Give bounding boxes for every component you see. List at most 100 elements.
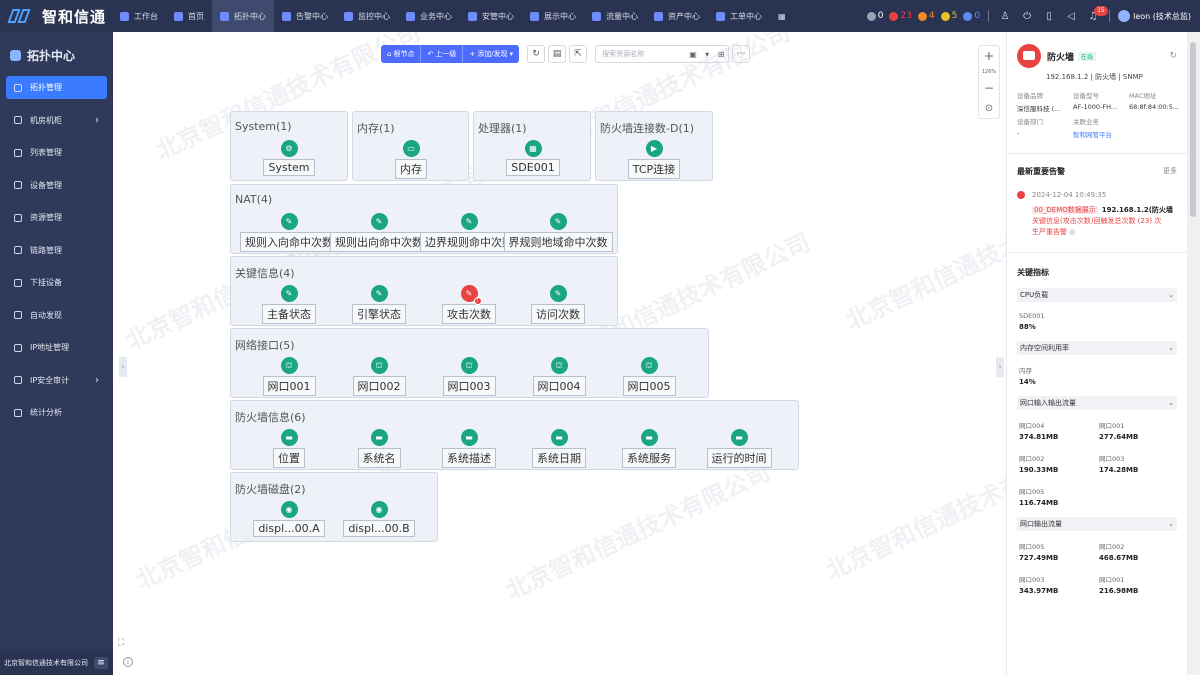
add-discover-button[interactable]: + 添加/发现 ▾	[463, 45, 519, 63]
calendar-icon[interactable]: ▣	[686, 50, 700, 59]
resource-node[interactable]: ✎ 界规则地域命中次数	[503, 213, 613, 252]
resource-node[interactable]: ▬ 系统日期	[519, 429, 599, 468]
nav-item[interactable]: 展示中心	[522, 0, 584, 32]
resource-node[interactable]: ▬ 运行的时间	[699, 429, 779, 468]
resource-node[interactable]: ▭ 内存	[371, 140, 451, 179]
sidebar-item[interactable]: IP安全审计 ›	[6, 369, 107, 392]
nav-item[interactable]: 拓扑中心	[212, 0, 274, 32]
resource-search[interactable]: 搜索资源名称 ▣ ▾ ⊞	[595, 45, 730, 63]
nav-item[interactable]: 流量中心	[584, 0, 646, 32]
speaker-icon[interactable]: ◁	[1065, 10, 1077, 22]
resource-node[interactable]: ⛫ 网口002	[339, 357, 419, 396]
kpi-section-header[interactable]: 网口输出流量 ⌄	[1017, 517, 1177, 531]
more-link[interactable]: 更多	[1163, 166, 1177, 177]
business-link[interactable]: 智和网管平台	[1073, 129, 1127, 139]
resource-node[interactable]: ✎ 边界规则命中次数	[420, 213, 518, 252]
resource-node[interactable]: ✎ 主备状态	[249, 285, 329, 324]
resource-group[interactable]: 关键信息(4) ✎ 主备状态 ✎ 引擎状态 ✎! 攻击次数 ✎ 访问次数	[230, 256, 618, 326]
resource-node[interactable]: ▬ 系统描述	[429, 429, 509, 468]
zoom-in-icon[interactable]: +	[984, 46, 994, 66]
resource-node[interactable]: ⛫ 网口004	[519, 357, 599, 396]
layout-icon[interactable]: ⊞	[714, 50, 728, 59]
scrollbar-thumb[interactable]	[1190, 42, 1196, 217]
book-icon[interactable]: ▯	[1043, 10, 1055, 22]
alarm-count[interactable]: 5	[940, 11, 957, 21]
zoom-out-icon[interactable]: −	[984, 78, 994, 98]
fit-icon[interactable]: ⊙	[985, 98, 993, 118]
sidebar-item[interactable]: 设备管理	[6, 174, 107, 197]
alarm-count[interactable]: 4	[917, 11, 935, 21]
sidebar-item[interactable]: 统计分析	[6, 401, 107, 424]
alarm-count[interactable]: 0	[866, 11, 883, 21]
resource-node[interactable]: ▦ SDE001	[493, 140, 573, 176]
resource-node[interactable]: ✎ 规则出向命中次数	[330, 213, 428, 252]
root-node-button[interactable]: ⌂ 根节点	[381, 45, 422, 63]
brand-logo[interactable]: 智和信通	[0, 6, 112, 27]
sidebar-item[interactable]: 拓扑管理	[6, 76, 107, 99]
sidebar-item[interactable]: 自动发现	[6, 304, 107, 327]
apps-grid-icon[interactable]: ▦	[770, 0, 794, 32]
nav-item[interactable]: 监控中心	[336, 0, 398, 32]
collapse-left-handle[interactable]: ›	[119, 357, 127, 377]
sidebar-item[interactable]: IP地址管理	[6, 336, 107, 359]
sidebar-item[interactable]: 链路管理	[6, 239, 107, 262]
refresh-icon[interactable]: ↻	[527, 45, 546, 63]
resource-node[interactable]: ✎ 引擎状态	[339, 285, 419, 324]
resource-group[interactable]: System(1) ⚙ System	[230, 111, 348, 181]
kpi-section-header[interactable]: 网口输入输出流量 ⌄	[1017, 396, 1177, 410]
info-icon[interactable]: i	[123, 657, 133, 667]
chevron-down-icon[interactable]: ▾	[700, 50, 714, 59]
resource-group[interactable]: 内存(1) ▭ 内存	[352, 111, 469, 181]
nav-item[interactable]: 工单中心	[708, 0, 770, 32]
alarm-count[interactable]: 0	[963, 11, 980, 21]
fullscreen-icon[interactable]: ⛶	[118, 638, 124, 648]
nav-item[interactable]: 安管中心	[460, 0, 522, 32]
resource-group[interactable]: 防火墙信息(6) ▬ 位置 ▬ 系统名 ▬ 系统描述 ▬ 系统日期 ▬ 系统服务 ▬ 运行的时间	[230, 400, 799, 470]
menu-icon[interactable]: ≡	[94, 657, 108, 669]
resource-node[interactable]: ◉ displ...00.B	[339, 501, 419, 537]
shirt-icon[interactable]: ♙	[999, 10, 1011, 22]
nav-item[interactable]: 首页	[166, 0, 212, 32]
panel-scrollbar[interactable]	[1187, 32, 1200, 675]
resource-node[interactable]: ▬ 系统服务	[609, 429, 689, 468]
alarm-count[interactable]: 23	[889, 11, 912, 21]
collapse-right-handle[interactable]: ›	[996, 357, 1004, 377]
alarm-item[interactable]: 2024-12-04 10:49:35 00_DEMO数据展示 192.168.1…	[1007, 177, 1187, 238]
resource-node[interactable]: ✎ 访问次数	[518, 285, 598, 324]
power-icon[interactable]: ⏻	[1021, 10, 1033, 22]
resource-node[interactable]: ◉ displ...00.A	[249, 501, 329, 537]
search-input[interactable]: 搜索资源名称	[602, 49, 644, 59]
resource-group[interactable]: 网络接口(5) ⛫ 网口001 ⛫ 网口002 ⛫ 网口003 ⛫ 网口004 ⛫ 网口005	[230, 328, 709, 398]
bell-icon[interactable]: ♫ 15	[1087, 6, 1108, 22]
more-icon[interactable]: ⋯	[732, 45, 751, 63]
user-menu[interactable]: leon (技术总监)	[1118, 10, 1191, 22]
resource-node[interactable]: ⛫ 网口005	[609, 357, 689, 396]
resource-group[interactable]: NAT(4) ✎ 规则入向命中次数 ✎ 规则出向命中次数 ✎ 边界规则命中次数 ✎ 界规则地域命…	[230, 184, 618, 254]
nav-item[interactable]: 业务中心	[398, 0, 460, 32]
resource-node[interactable]: ✎! 攻击次数	[429, 285, 509, 324]
resource-node[interactable]: ▬ 系统名	[339, 429, 419, 468]
resource-node[interactable]: ▶ TCP连接	[614, 140, 694, 179]
export-icon[interactable]: ⇱	[569, 45, 588, 63]
sidebar-item[interactable]: 下挂设备	[6, 271, 107, 294]
resource-node[interactable]: ▬ 位置	[249, 429, 329, 468]
nav-item[interactable]: 工作台	[112, 0, 166, 32]
kpi-section-header[interactable]: CPU负载 ⌄	[1017, 288, 1177, 302]
resource-group[interactable]: 防火墙磁盘(2) ◉ displ...00.A ◉ displ...00.B	[230, 472, 438, 542]
resource-node[interactable]: ⛫ 网口001	[249, 357, 329, 396]
resource-node[interactable]: ⛫ 网口003	[429, 357, 509, 396]
save-icon[interactable]: ▤	[548, 45, 567, 63]
resource-group[interactable]: 防火墙连接数-D(1) ▶ TCP连接	[595, 111, 713, 181]
eye-icon[interactable]: ◎	[1067, 228, 1075, 236]
resource-group[interactable]: 处理器(1) ▦ SDE001	[473, 111, 591, 181]
sidebar-item[interactable]: 列表管理	[6, 141, 107, 164]
refresh-icon[interactable]: ↻	[1169, 51, 1177, 61]
resource-node[interactable]: ⚙ System	[249, 140, 329, 176]
topology-canvas[interactable]: 北京智和信通技术有限公司 北京智和信通技术有限公司 北京智和信通技术有限公司 北京智和…	[113, 32, 1006, 675]
sidebar-item[interactable]: 机房机柜 ›	[6, 109, 107, 132]
kpi-section-header[interactable]: 内存空间利用率 ⌄	[1017, 341, 1177, 355]
sidebar-item[interactable]: 资源管理	[6, 206, 107, 229]
nav-item[interactable]: 资产中心	[646, 0, 708, 32]
resource-node[interactable]: ✎ 规则入向命中次数	[240, 213, 338, 252]
up-level-button[interactable]: ↶ 上一级	[421, 45, 464, 63]
